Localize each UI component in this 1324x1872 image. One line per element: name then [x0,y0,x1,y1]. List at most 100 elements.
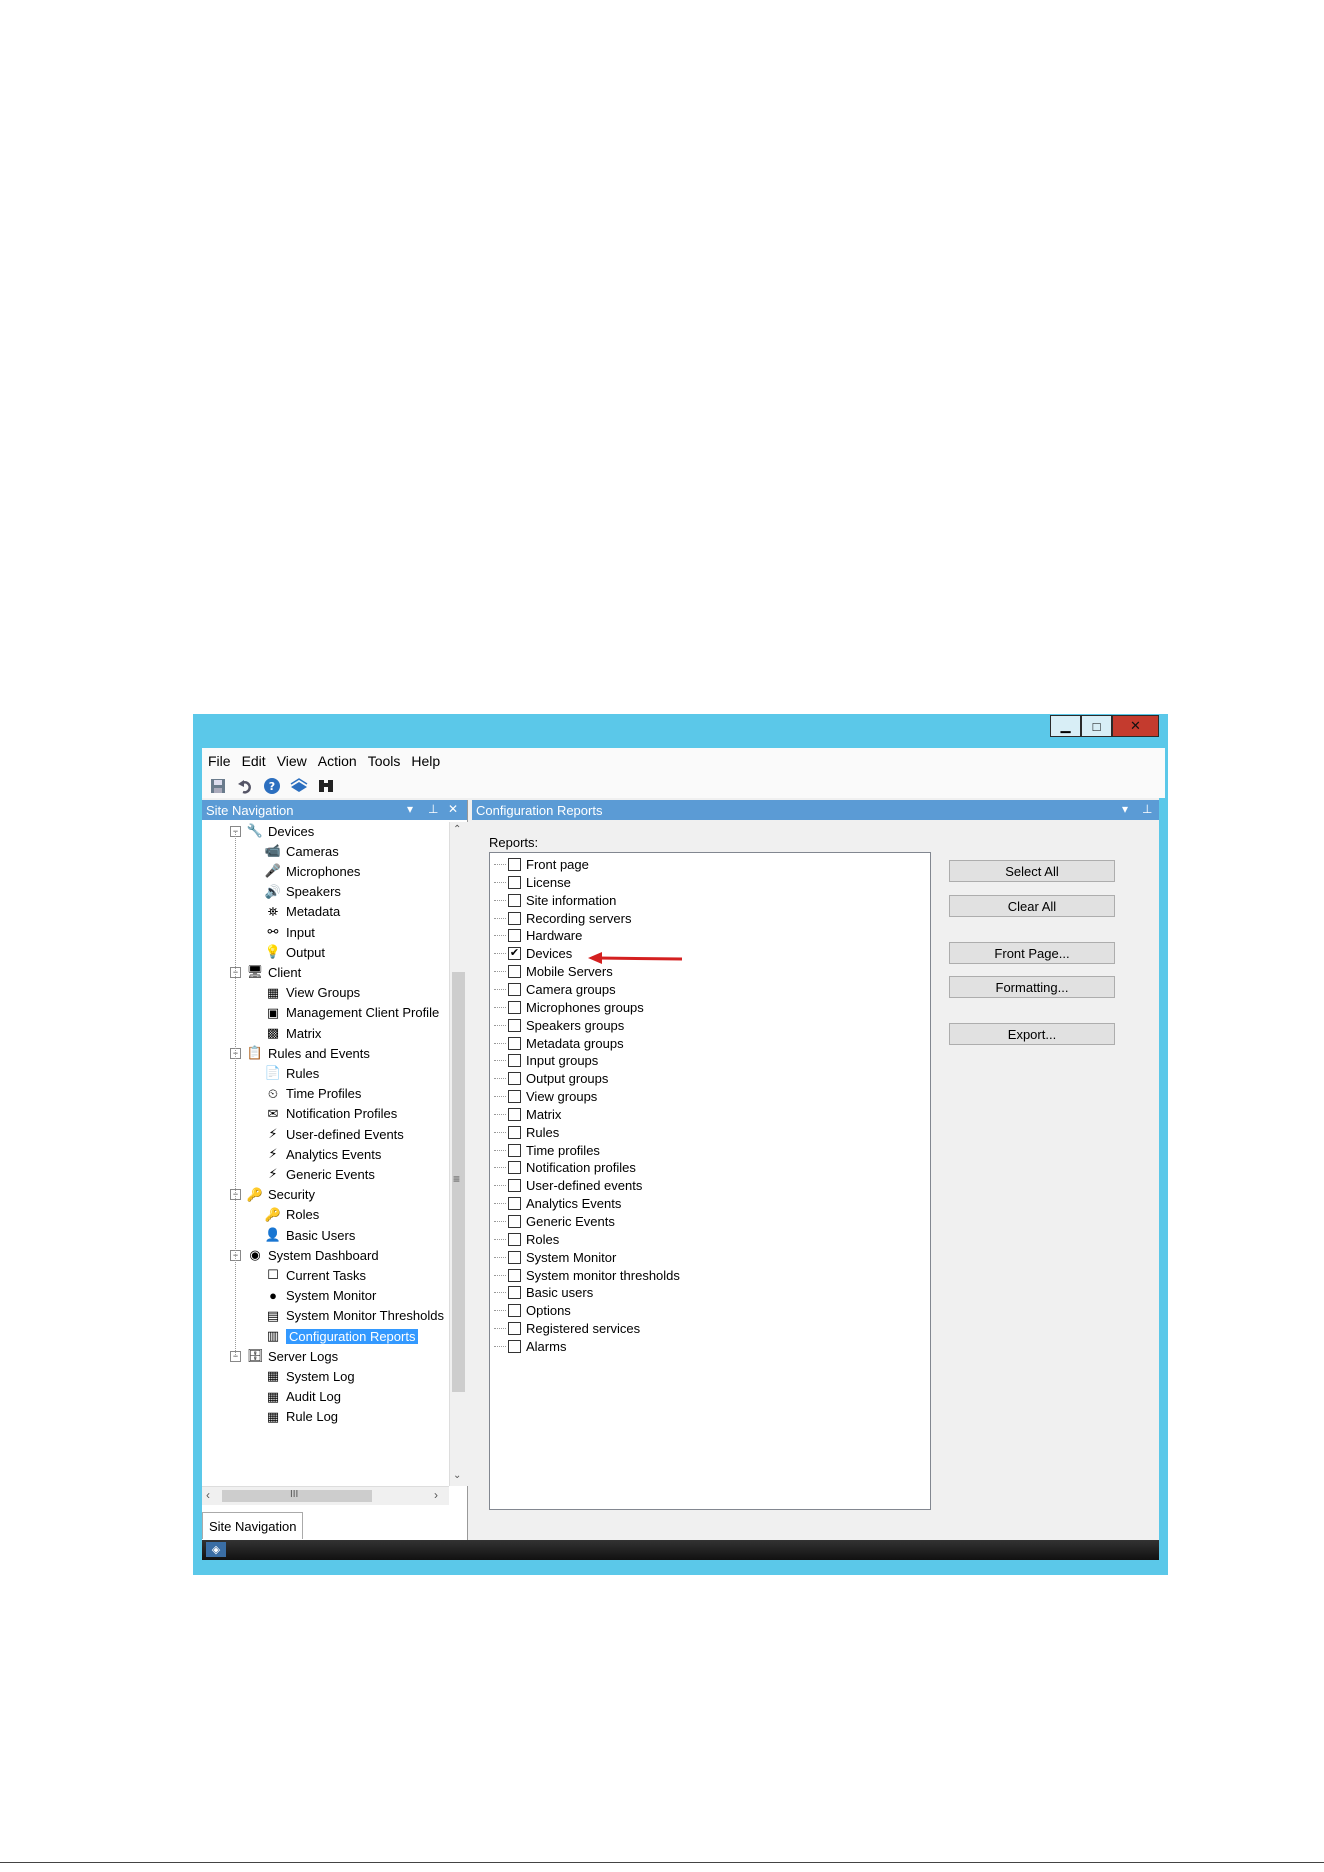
report-item-notification-profiles[interactable]: Notification profiles [494,1159,636,1176]
save-icon[interactable] [208,777,228,795]
report-item-hardware[interactable]: Hardware [494,927,582,944]
report-checkbox[interactable] [508,875,521,889]
tree-item-audit-log[interactable]: ▦ Audit Log [264,1388,341,1406]
tree-item-matrix[interactable]: ▩ Matrix [264,1024,322,1042]
tree-item-view-groups[interactable]: ▦ View Groups [264,984,360,1002]
scroll-up-icon[interactable]: ⌃ [453,824,461,835]
menu-view[interactable]: View [277,753,307,769]
select-all-button[interactable]: Select All [949,860,1115,882]
vertical-scrollbar[interactable]: ⌃ ≡ ⌄ [449,822,468,1486]
report-item-user-defined-events[interactable]: User-defined events [494,1177,642,1194]
tree-item-rules[interactable]: 📄 Rules [264,1064,319,1082]
report-item-devices[interactable]: ✔ Devices [494,945,572,962]
help-icon[interactable]: ? [262,777,282,795]
tree-item-user-defined-events[interactable]: ⚡ User-defined Events [264,1125,403,1143]
tree-item-microphones[interactable]: 🎤 Microphones [264,862,361,880]
pin-icon[interactable]: ⊥ [1142,802,1152,816]
report-checkbox[interactable] [508,1215,521,1228]
report-item-registered-services[interactable]: Registered services [494,1320,640,1337]
report-checkbox[interactable] [508,982,521,996]
scroll-right-icon[interactable]: › [434,1488,438,1502]
report-checkbox[interactable] [508,1161,521,1175]
tree-item-current-tasks[interactable]: ☐ Current Tasks [264,1266,366,1284]
report-item-input-groups[interactable]: Input groups [494,1052,598,1069]
scroll-down-icon[interactable]: ⌄ [453,1470,461,1481]
tree-item-system-log[interactable]: ▦ System Log [264,1367,355,1385]
report-item-mobile-servers[interactable]: Mobile Servers [494,963,613,980]
report-item-front-page[interactable]: Front page [494,856,589,873]
pin-icon[interactable]: ⊥ [428,802,438,816]
report-item-generic-events[interactable]: Generic Events [494,1213,615,1230]
report-item-alarms[interactable]: Alarms [494,1338,566,1355]
report-checkbox[interactable] [508,911,521,925]
menu-help[interactable]: Help [411,753,440,769]
dropdown-arrow-icon[interactable]: ▾ [1122,802,1128,816]
tree-item-notification-profiles[interactable]: ✉ Notification Profiles [264,1105,398,1123]
report-item-matrix[interactable]: Matrix [494,1106,561,1123]
tree-item-configuration-reports[interactable]: ▥ Configuration Reports [264,1327,419,1345]
close-button[interactable]: ✕ [1112,715,1159,737]
tree-item-metadata[interactable]: ⛯ Metadata [264,903,340,921]
report-checkbox[interactable] [508,1036,521,1050]
report-checkbox[interactable] [508,929,521,943]
tree-item-devices[interactable]: − 🔧 Devices [230,822,314,840]
tree-item-server-logs[interactable]: − 🗄 Server Logs [230,1347,338,1365]
report-item-speakers-groups[interactable]: Speakers groups [494,1017,624,1034]
export-button[interactable]: Export... [949,1023,1115,1045]
report-item-options[interactable]: Options [494,1302,571,1319]
report-checkbox[interactable] [508,1250,521,1264]
tree-item-cameras[interactable]: 📹 Cameras [264,842,339,860]
report-checkbox[interactable] [508,965,521,979]
tree-item-generic-events[interactable]: ⚡ Generic Events [264,1165,374,1183]
tree-item-client[interactable]: − 🖥 Client [230,963,301,981]
formatting-button[interactable]: Formatting... [949,976,1115,998]
report-checkbox[interactable] [508,1143,521,1157]
menu-file[interactable]: File [208,753,231,769]
report-item-recording-servers[interactable]: Recording servers [494,910,632,927]
report-item-output-groups[interactable]: Output groups [494,1070,608,1087]
report-checkbox[interactable] [508,1107,521,1121]
report-checkbox[interactable] [508,1322,521,1336]
report-checkbox[interactable] [508,1125,521,1139]
tree-item-security[interactable]: − 🔑 Security [230,1186,315,1204]
report-item-microphones-groups[interactable]: Microphones groups [494,999,644,1016]
report-checkbox[interactable] [508,1018,521,1032]
undo-icon[interactable] [235,777,255,795]
tree-item-roles[interactable]: 🔑 Roles [264,1206,319,1224]
tree-item-system-monitor[interactable]: ● System Monitor [264,1287,376,1305]
tree-item-system-dashboard[interactable]: − ◉ System Dashboard [230,1246,379,1264]
report-checkbox[interactable] [508,1000,521,1014]
close-pane-icon[interactable]: ✕ [448,802,458,816]
menu-edit[interactable]: Edit [242,753,266,769]
status-app-icon[interactable]: ◈ [206,1542,226,1557]
scroll-left-icon[interactable]: ‹ [206,1488,210,1502]
report-checkbox[interactable] [508,1197,521,1211]
tree-item-output[interactable]: 💡 Output [264,943,325,961]
report-item-view-groups[interactable]: View groups [494,1088,597,1105]
clear-all-button[interactable]: Clear All [949,895,1115,917]
report-item-license[interactable]: License [494,874,571,891]
report-checkbox[interactable] [508,858,521,871]
report-item-metadata-groups[interactable]: Metadata groups [494,1035,624,1052]
front-page-button[interactable]: Front Page... [949,942,1115,964]
report-checkbox[interactable] [508,1268,521,1282]
tree-item-basic-users[interactable]: 👤 Basic Users [264,1226,355,1244]
report-checkbox[interactable] [508,1179,521,1193]
tree-item-management-client-profile[interactable]: ▣ Management Client Profile [264,1004,439,1022]
report-item-rules[interactable]: Rules [494,1124,559,1141]
report-item-site-information[interactable]: Site information [494,892,616,909]
minimize-button[interactable]: ▁ [1050,715,1081,737]
report-checkbox[interactable] [508,1339,521,1353]
report-item-system-monitor[interactable]: System Monitor [494,1249,616,1266]
horizontal-scrollbar[interactable]: ‹ III › [202,1486,449,1505]
report-item-time-profiles[interactable]: Time profiles [494,1142,600,1159]
dropdown-arrow-icon[interactable]: ▾ [407,802,413,816]
tree-item-rules-and-events[interactable]: − 📋 Rules and Events [230,1044,370,1062]
report-checkbox[interactable] [508,1232,521,1246]
report-item-system-monitor-thresholds[interactable]: System monitor thresholds [494,1267,680,1284]
menu-action[interactable]: Action [318,753,357,769]
report-checkbox[interactable] [508,1286,521,1300]
report-checkbox[interactable] [508,1054,521,1068]
tree-item-analytics-events[interactable]: ⚡ Analytics Events [264,1145,381,1163]
maximize-button[interactable]: □ [1081,715,1112,737]
